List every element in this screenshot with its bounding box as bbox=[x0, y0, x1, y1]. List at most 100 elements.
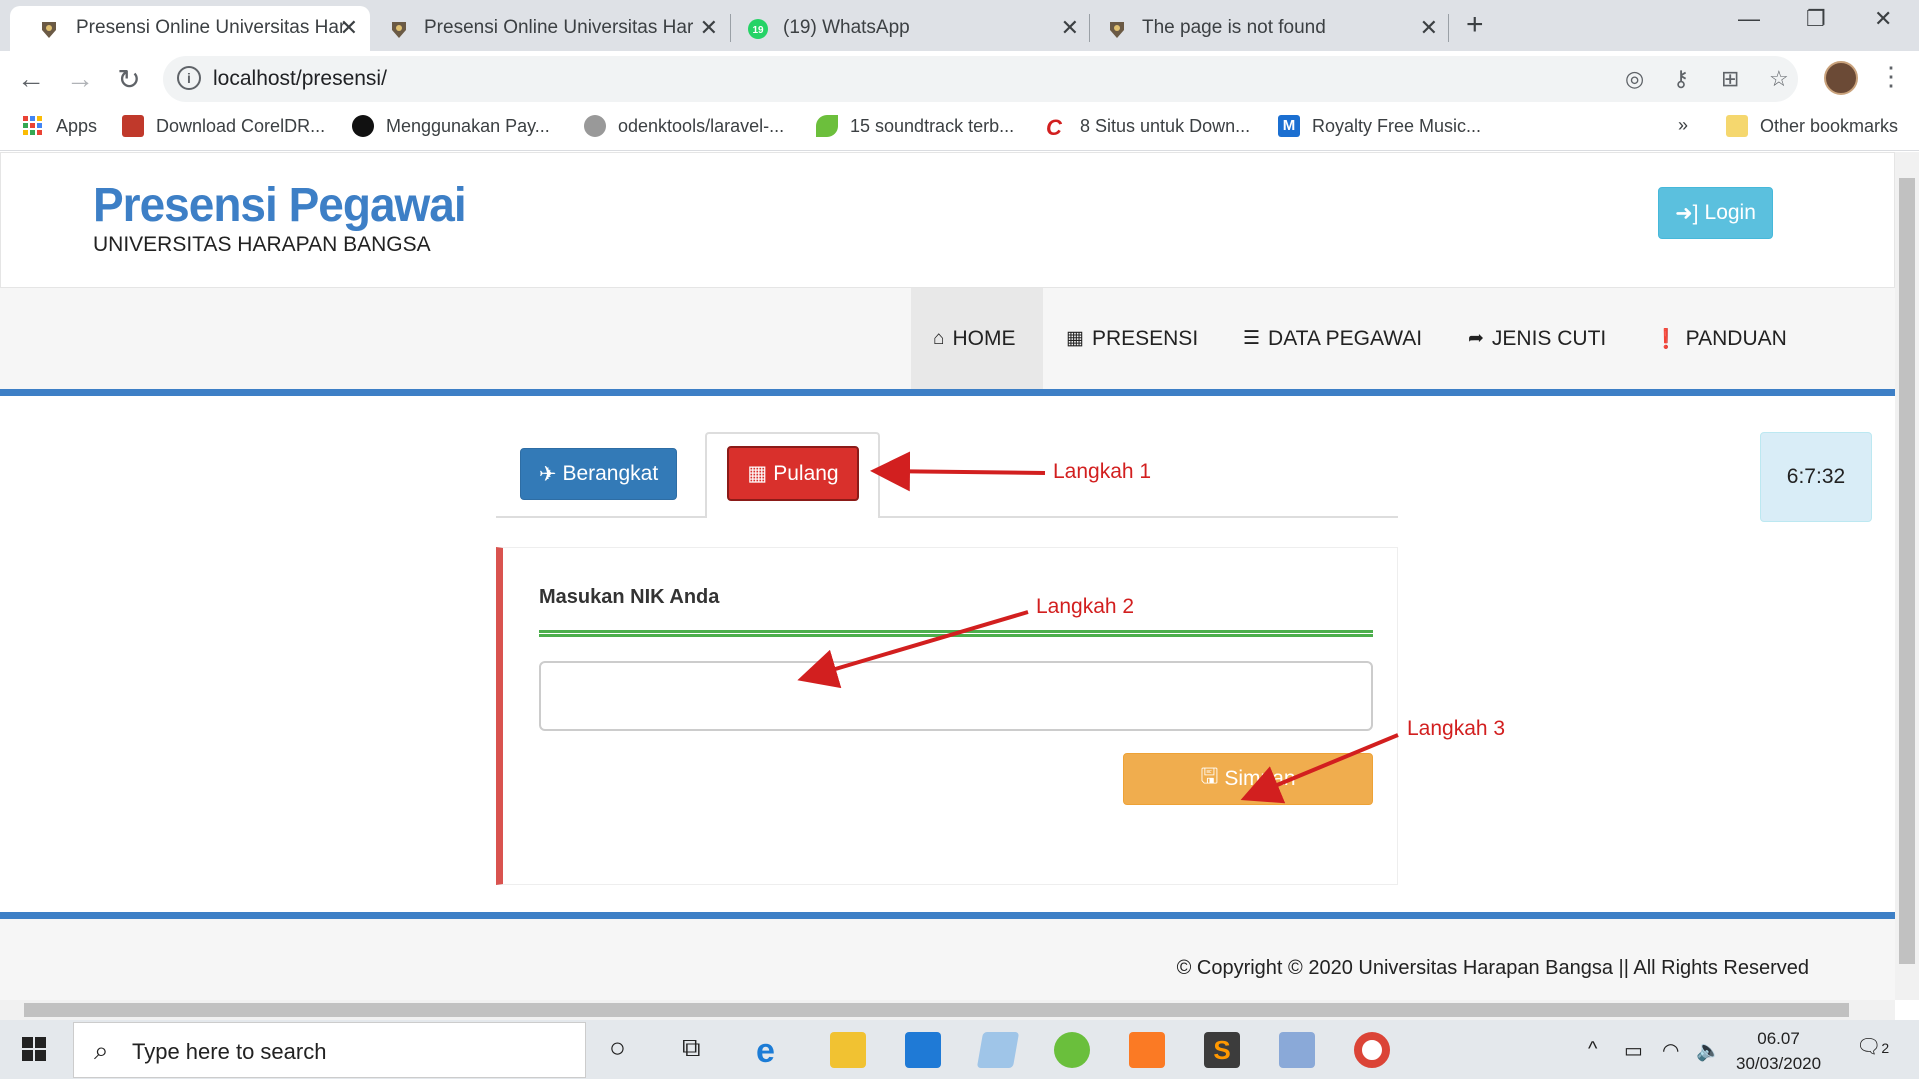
translate-icon[interactable]: ⊞ bbox=[1721, 66, 1739, 92]
star-icon[interactable]: ☆ bbox=[1769, 66, 1789, 92]
bookmark-item[interactable]: M Royalty Free Music... bbox=[1278, 115, 1481, 137]
back-icon[interactable]: ← bbox=[14, 63, 48, 95]
taskbar-search-box[interactable]: ⌕ Type here to search bbox=[73, 1022, 586, 1078]
app-icon[interactable] bbox=[976, 1032, 1020, 1068]
scrollbar-thumb[interactable] bbox=[1899, 178, 1915, 964]
tab-title: (19) WhatsApp bbox=[783, 17, 910, 38]
profile-avatar[interactable] bbox=[1824, 61, 1858, 95]
minimize-icon[interactable]: — bbox=[1738, 6, 1760, 32]
close-tab-icon[interactable]: ✕ bbox=[1420, 15, 1438, 41]
close-window-icon[interactable]: ✕ bbox=[1874, 6, 1892, 32]
reload-icon[interactable]: ↻ bbox=[112, 63, 146, 96]
forward-icon[interactable]: → bbox=[63, 63, 97, 95]
bookmark-label: Apps bbox=[56, 115, 98, 136]
cortana-icon[interactable]: ○ bbox=[609, 1032, 626, 1064]
pulang-button[interactable]: ▦ Pulang bbox=[727, 446, 859, 501]
login-button[interactable]: ➜] Login bbox=[1658, 187, 1773, 239]
calendar-icon: ▦ bbox=[1066, 328, 1084, 349]
bookmark-item[interactable]: odenktools/laravel-... bbox=[584, 115, 784, 137]
app-icon[interactable] bbox=[1054, 1032, 1090, 1068]
pulang-label: Pulang bbox=[773, 461, 839, 485]
share-icon: ➦ bbox=[1468, 328, 1484, 349]
nav-panduan[interactable]: ❗ PANDUAN bbox=[1654, 288, 1787, 389]
plane-icon: ✈ bbox=[538, 462, 557, 486]
nav-home[interactable]: ⌂ HOME bbox=[911, 288, 1043, 389]
apps-grid-icon bbox=[23, 116, 42, 135]
site-icon bbox=[352, 115, 374, 137]
github-icon bbox=[584, 115, 606, 137]
bookmark-label: Menggunakan Pay... bbox=[386, 115, 550, 136]
bookmark-other[interactable]: Other bookmarks bbox=[1726, 115, 1898, 137]
sublime-text-icon[interactable]: S bbox=[1204, 1032, 1240, 1068]
task-view-icon[interactable]: ⧉ bbox=[682, 1032, 701, 1064]
bookmark-apps[interactable]: Apps bbox=[22, 115, 97, 137]
battery-icon[interactable]: ▭ bbox=[1624, 1038, 1643, 1063]
svg-text:19: 19 bbox=[752, 25, 764, 36]
home-icon: ⌂ bbox=[933, 327, 945, 349]
nav-presensi[interactable]: ▦ PRESENSI bbox=[1066, 288, 1198, 389]
volume-muted-icon[interactable]: 🔈 bbox=[1696, 1038, 1721, 1063]
nav-jenis-cuti[interactable]: ➦ JENIS CUTI bbox=[1468, 288, 1606, 389]
mail-icon[interactable] bbox=[905, 1032, 941, 1068]
location-icon[interactable]: ◎ bbox=[1625, 66, 1644, 92]
yahoo-icon bbox=[122, 115, 144, 137]
berangkat-button[interactable]: ✈ Berangkat bbox=[520, 448, 677, 500]
time: 06.07 bbox=[1757, 1029, 1800, 1048]
bookmark-item[interactable]: C 8 Situs untuk Down... bbox=[1046, 115, 1250, 140]
wifi-icon[interactable]: ◠ bbox=[1662, 1038, 1679, 1063]
bookmark-item[interactable]: 15 soundtrack terb... bbox=[816, 115, 1014, 137]
taskbar-clock[interactable]: 06.07 30/03/2020 bbox=[1736, 1026, 1821, 1076]
browser-tab[interactable]: Presensi Online Universitas Harap ✕ bbox=[370, 6, 730, 51]
annotation-step3: Langkah 3 bbox=[1407, 717, 1506, 740]
scrollbar-thumb[interactable] bbox=[24, 1003, 1849, 1017]
close-tab-icon[interactable]: ✕ bbox=[700, 15, 718, 41]
app-icon[interactable] bbox=[1279, 1032, 1315, 1068]
more-bookmarks-icon[interactable]: » bbox=[1678, 115, 1688, 136]
address-bar[interactable]: i localhost/presensi/ ◎ ⚷ ⊞ ☆ bbox=[163, 56, 1798, 102]
xampp-icon[interactable] bbox=[1129, 1032, 1165, 1068]
windows-start-icon[interactable] bbox=[22, 1037, 46, 1061]
chevron-up-icon[interactable]: ^ bbox=[1588, 1038, 1597, 1061]
calendar-icon: ▦ bbox=[747, 462, 768, 485]
file-explorer-icon[interactable] bbox=[830, 1032, 866, 1068]
chrome-icon[interactable] bbox=[1354, 1032, 1390, 1068]
sign-in-icon: ➜] bbox=[1675, 201, 1699, 225]
notification-icon[interactable]: 🗨2 bbox=[1856, 1034, 1889, 1059]
restore-icon[interactable]: ❐ bbox=[1806, 6, 1826, 32]
horizontal-scrollbar[interactable] bbox=[0, 1000, 1895, 1020]
nav-data-pegawai[interactable]: ☰ DATA PEGAWAI bbox=[1243, 288, 1422, 389]
site-header: Presensi Pegawai UNIVERSITAS HARAPAN BAN… bbox=[0, 152, 1895, 288]
nav-label: HOME bbox=[952, 326, 1016, 350]
bookmark-label: 15 soundtrack terb... bbox=[850, 115, 1015, 136]
browser-tab[interactable]: The page is not found ✕ bbox=[1090, 6, 1450, 51]
leaf-icon bbox=[816, 115, 838, 137]
url-text[interactable]: localhost/presensi/ bbox=[213, 67, 387, 91]
key-icon[interactable]: ⚷ bbox=[1673, 66, 1689, 92]
university-logo-icon bbox=[1110, 22, 1124, 38]
nav-label: PRESENSI bbox=[1091, 326, 1199, 350]
bookmarks-bar: Apps Download CorelDR... Menggunakan Pay… bbox=[0, 107, 1919, 151]
browser-tab-active[interactable]: Presensi Online Universitas Harap ✕ bbox=[10, 6, 370, 51]
browser-tab[interactable]: 19 (19) WhatsApp ✕ bbox=[731, 6, 1091, 51]
login-label: Login bbox=[1704, 201, 1756, 224]
bookmark-item[interactable]: Download CorelDR... bbox=[122, 115, 325, 137]
bookmark-label: Other bookmarks bbox=[1760, 115, 1899, 136]
search-placeholder: Type here to search bbox=[132, 1039, 327, 1064]
simpan-button[interactable]: 🖫 Simpan bbox=[1123, 753, 1373, 805]
nik-input[interactable] bbox=[539, 661, 1373, 731]
university-logo-icon bbox=[392, 22, 406, 38]
menu-icon[interactable]: ⋮ bbox=[1878, 61, 1904, 92]
new-tab-icon[interactable]: + bbox=[1466, 8, 1484, 42]
browser-tab-strip: Presensi Online Universitas Harap ✕ Pres… bbox=[0, 0, 1919, 51]
vertical-scrollbar[interactable] bbox=[1895, 152, 1919, 1000]
windows-taskbar: ⌕ Type here to search ○ ⧉ e S ^ ▭ ◠ 🔈 06… bbox=[0, 1020, 1919, 1079]
edge-icon[interactable]: e bbox=[756, 1032, 792, 1070]
page-viewport: Presensi Pegawai UNIVERSITAS HARAPAN BAN… bbox=[0, 152, 1895, 1000]
brand-title[interactable]: Presensi Pegawai bbox=[93, 176, 467, 233]
site-info-icon[interactable]: i bbox=[177, 66, 201, 90]
c-logo-icon: C bbox=[1046, 115, 1062, 140]
close-tab-icon[interactable]: ✕ bbox=[340, 15, 358, 41]
bookmark-item[interactable]: Menggunakan Pay... bbox=[352, 115, 550, 137]
close-tab-icon[interactable]: ✕ bbox=[1061, 15, 1079, 41]
main-navbar: ⌂ HOME ▦ PRESENSI ☰ DATA PEGAWAI ➦ JENIS… bbox=[0, 288, 1895, 396]
